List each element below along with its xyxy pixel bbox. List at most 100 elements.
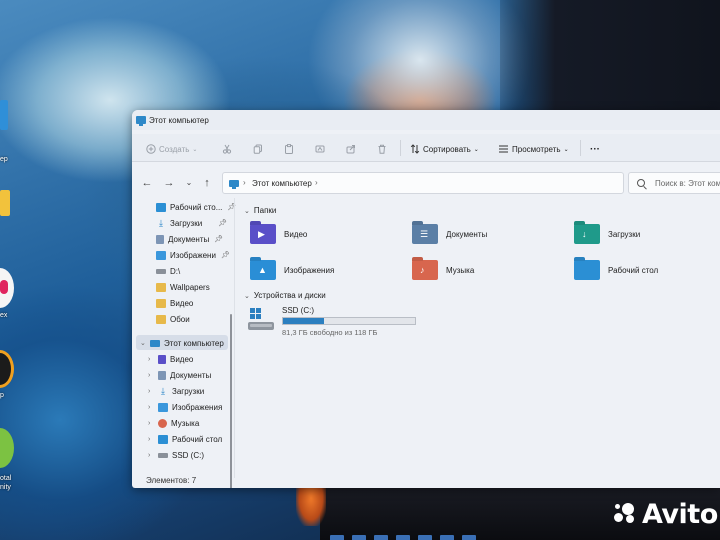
more-options-button[interactable]: ··· xyxy=(590,142,600,156)
address-row: ← → ⌄ ↑ › Этот компьютер › ⌄ ↻ Поиск в: … xyxy=(132,168,720,196)
folder-tile-videos[interactable]: ▶ Видео xyxy=(250,222,307,246)
content-pane: ⌄ Папки ▶ Видео ☰ Документы ↓ Загрузки ▲… xyxy=(236,198,720,478)
chevron-down-icon: ⌄ xyxy=(244,292,250,300)
folder-icon xyxy=(156,282,166,292)
folder-icon xyxy=(156,298,166,308)
toolbar-divider xyxy=(580,140,581,156)
paste-button[interactable] xyxy=(284,142,294,156)
chevron-right-icon[interactable]: › xyxy=(148,436,154,443)
documents-folder-icon: ☰ xyxy=(412,224,438,244)
sidebar-item-pictures[interactable]: Изображени 📌︎ xyxy=(156,248,230,262)
command-bar: Создать ⌄ Сортировать ⌄ Просмотреть ⌄ ··… xyxy=(132,134,720,162)
section-devices[interactable]: ⌄ Устройства и диски xyxy=(244,291,326,300)
sidebar-item-oboi[interactable]: Обои xyxy=(156,312,190,326)
sidebar-item-label: Изображения xyxy=(172,402,223,412)
create-button[interactable]: Создать ⌄ xyxy=(146,142,197,156)
computer-icon xyxy=(136,116,146,126)
windows-drive-icon xyxy=(248,308,274,330)
taskbar-icon[interactable] xyxy=(418,535,432,540)
taskbar-icon[interactable] xyxy=(440,535,454,540)
up-arrow-icon[interactable]: ↑ xyxy=(200,176,214,190)
back-arrow-icon[interactable]: ← xyxy=(140,176,154,190)
taskbar xyxy=(330,534,550,540)
sidebar-item-label: D:\ xyxy=(170,266,181,276)
sort-button[interactable]: Сортировать ⌄ xyxy=(410,142,479,156)
sidebar-item-pc-desktop[interactable]: › Рабочий стол xyxy=(148,432,222,446)
recent-chevron-icon[interactable]: ⌄ xyxy=(182,176,196,190)
sidebar-item-desktop[interactable]: Рабочий сто... 📌︎ xyxy=(156,200,236,214)
folder-tile-documents[interactable]: ☰ Документы xyxy=(412,222,487,246)
music-note-icon: ♪ xyxy=(420,265,425,275)
folder-tile-downloads[interactable]: ↓ Загрузки xyxy=(574,222,640,246)
folder-tile-pictures[interactable]: ▲ Изображения xyxy=(250,258,334,282)
breadcrumb-chevron-icon[interactable]: › xyxy=(243,178,246,187)
delete-button[interactable] xyxy=(377,142,387,156)
share-button[interactable] xyxy=(346,142,356,156)
desktop-folder-icon[interactable] xyxy=(0,190,10,216)
title-bar[interactable]: Этот компьютер xyxy=(132,110,720,130)
sidebar-item-pc-music[interactable]: › Музыка xyxy=(148,416,199,430)
avito-wordmark: Avito xyxy=(642,498,718,530)
chevron-down-icon: ⌄ xyxy=(192,146,198,153)
rename-button[interactable] xyxy=(315,142,325,156)
sidebar-item-pc-documents[interactable]: › Документы xyxy=(148,368,211,382)
computer-icon xyxy=(229,180,239,189)
sidebar-item-pc-videos[interactable]: › Видео xyxy=(148,352,193,366)
computer-icon xyxy=(150,339,160,347)
chevron-right-icon[interactable]: › xyxy=(148,372,154,379)
pictures-icon xyxy=(158,402,168,412)
desktop-app-icon[interactable] xyxy=(0,100,8,130)
music-folder-icon: ♪ xyxy=(412,260,438,280)
search-input[interactable]: Поиск в: Этот компь xyxy=(628,172,720,194)
section-folders[interactable]: ⌄ Папки xyxy=(244,206,276,215)
sidebar-item-wallpapers[interactable]: Wallpapers xyxy=(156,280,210,294)
sidebar-item-downloads[interactable]: ⤓ Загрузки 📌︎ xyxy=(156,216,227,230)
taskbar-icon[interactable] xyxy=(462,535,476,540)
chevron-right-icon[interactable]: › xyxy=(148,420,154,427)
sidebar-item-pc-pictures[interactable]: › Изображения xyxy=(148,400,222,414)
taskbar-icon[interactable] xyxy=(396,535,410,540)
sidebar-item-label: Документы xyxy=(170,370,212,380)
view-button[interactable]: Просмотреть ⌄ xyxy=(498,142,569,156)
scissors-icon xyxy=(222,144,232,154)
drive-tile-ssd[interactable]: SSD (C:) 81,3 ГБ свободно из 118 ГБ xyxy=(246,306,416,342)
folder-tile-label: Загрузки xyxy=(608,229,641,239)
taskbar-icon[interactable] xyxy=(330,535,344,540)
sidebar-item-video-folder[interactable]: Видео xyxy=(156,296,193,310)
sort-label: Сортировать xyxy=(423,144,471,154)
sidebar-item-label: Загрузки xyxy=(172,386,205,396)
chevron-down-icon: ⌄ xyxy=(563,146,569,153)
sidebar-item-documents[interactable]: Документы 📌︎ xyxy=(156,232,223,246)
mountain-icon: ▲ xyxy=(258,265,267,275)
taskbar-icon[interactable] xyxy=(352,535,366,540)
folder-tile-desktop[interactable]: Рабочий стол xyxy=(574,258,658,282)
sidebar-item-this-pc[interactable]: ⌄ Этот компьютер xyxy=(140,336,224,350)
sidebar-item-drive-d[interactable]: D:\ xyxy=(156,264,180,278)
section-title: Устройства и диски xyxy=(253,291,326,300)
desktop-icon-label: ex xyxy=(0,312,8,319)
chevron-right-icon[interactable]: › xyxy=(148,404,154,411)
folder-tile-music[interactable]: ♪ Музыка xyxy=(412,258,474,282)
breadcrumb-this-pc[interactable]: Этот компьютер xyxy=(252,179,312,188)
navigation-pane: Рабочий сто... 📌︎ ⤓ Загрузки 📌︎ Документ… xyxy=(132,198,236,488)
chevron-right-icon[interactable]: › xyxy=(148,452,154,459)
sidebar-item-pc-downloads[interactable]: › ⤓ Загрузки xyxy=(148,384,204,398)
chevron-right-icon[interactable]: › xyxy=(148,388,154,395)
copy-button[interactable] xyxy=(253,142,263,156)
taskbar-icon[interactable] xyxy=(374,535,388,540)
pane-divider[interactable] xyxy=(234,198,235,478)
sidebar-item-label: Этот компьютер xyxy=(164,338,224,348)
create-label: Создать xyxy=(159,144,190,154)
address-bar[interactable]: › Этот компьютер › ⌄ ↻ xyxy=(222,172,705,194)
desktop-icon xyxy=(158,434,168,444)
sidebar-item-label: Загрузки xyxy=(170,218,203,228)
plus-circle-icon xyxy=(146,144,156,154)
chevron-down-icon: ⌄ xyxy=(140,340,146,347)
chevron-right-icon[interactable]: › xyxy=(148,356,154,363)
forward-arrow-icon[interactable]: → xyxy=(162,176,176,190)
music-icon xyxy=(158,418,167,428)
sidebar-scrollbar[interactable] xyxy=(230,314,232,488)
breadcrumb-chevron-icon[interactable]: › xyxy=(315,178,318,187)
sidebar-item-pc-ssd[interactable]: › SSD (C:) xyxy=(148,448,204,462)
cut-button[interactable] xyxy=(222,142,232,156)
